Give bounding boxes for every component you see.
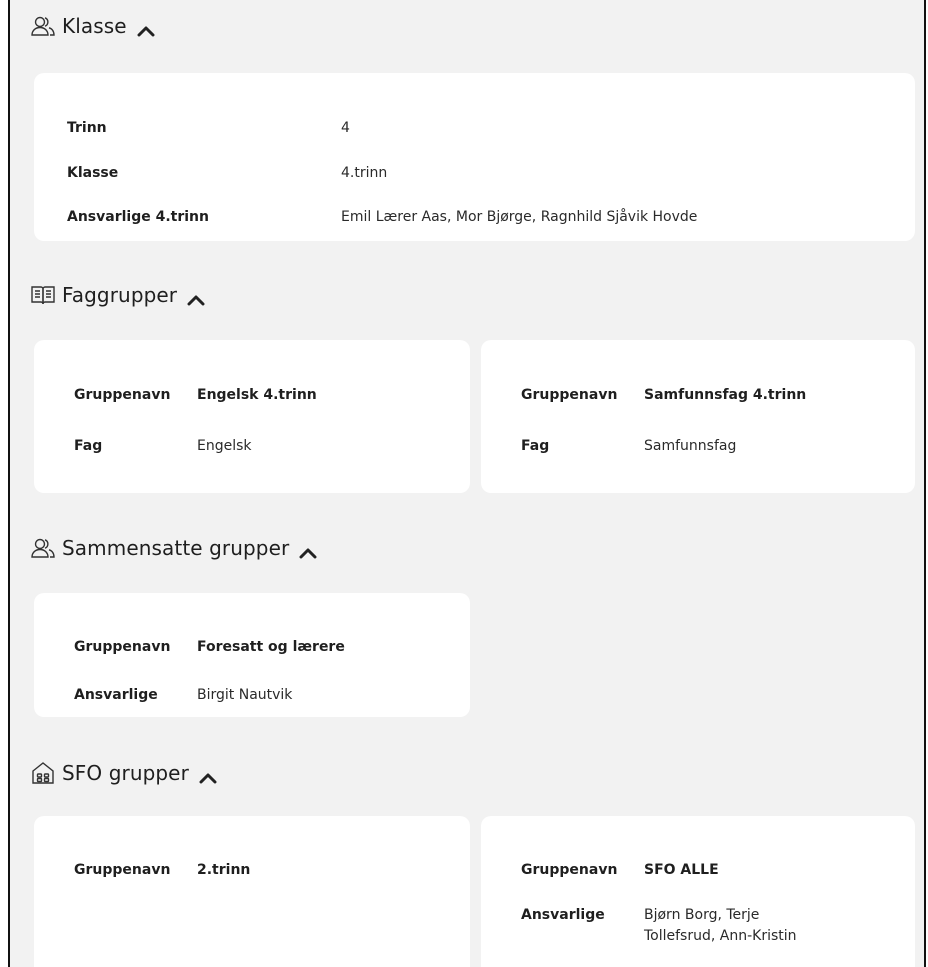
- field-value: Bjørn Borg, Terje: [644, 907, 760, 923]
- users-icon: [30, 535, 56, 561]
- field-label: Fag: [521, 438, 550, 454]
- field-label: Ansvarlige: [521, 907, 605, 923]
- section-title: Sammensatte grupper: [62, 536, 290, 560]
- group-name: Foresatt og lærere: [197, 639, 345, 655]
- field-label: Ansvarlige: [74, 687, 158, 703]
- faggruppe-card[interactable]: Gruppenavn Samfunnsfag 4.trinn Fag Samfu…: [481, 340, 915, 493]
- section-title: Faggrupper: [62, 283, 178, 307]
- faggruppe-card[interactable]: Gruppenavn Engelsk 4.trinn Fag Engelsk: [34, 340, 470, 493]
- field-value: Emil Lærer Aas, Mor Bjørge, Ragnhild Sjå…: [341, 209, 698, 225]
- section-title: SFO grupper: [62, 761, 189, 785]
- chevron-up-icon[interactable]: [199, 766, 217, 784]
- field-label: Klasse: [67, 165, 119, 181]
- chevron-up-icon[interactable]: [299, 541, 317, 559]
- field-label: Fag: [74, 438, 103, 454]
- sammensatt-gruppe-card[interactable]: Gruppenavn Foresatt og lærere Ansvarlige…: [34, 593, 470, 717]
- klasse-card: Trinn 4 Klasse 4.trinn Ansvarlige 4.trin…: [34, 73, 915, 241]
- sammensatte-section-header[interactable]: Sammensatte grupper: [30, 535, 317, 561]
- chevron-up-icon[interactable]: [137, 19, 155, 37]
- field-label: Gruppenavn: [74, 639, 171, 655]
- sfo-gruppe-card[interactable]: Gruppenavn 2.trinn: [34, 816, 470, 967]
- group-overview-panel: Klasse Trinn 4 Klasse 4.trinn Ansvarlige…: [8, 0, 926, 967]
- book-icon: [30, 282, 56, 308]
- field-value: 4.trinn: [341, 165, 388, 181]
- group-name: 2.trinn: [197, 862, 251, 878]
- sfo-section-header[interactable]: SFO grupper: [30, 760, 217, 786]
- chevron-up-icon[interactable]: [187, 288, 205, 306]
- field-value: Samfunnsfag: [644, 438, 737, 454]
- field-label: Trinn: [67, 120, 107, 136]
- field-value: Birgit Nautvik: [197, 687, 293, 703]
- field-value: Tollefsrud, Ann-Kristin: [644, 928, 797, 944]
- field-label: Gruppenavn: [521, 387, 618, 403]
- house-icon: [30, 760, 56, 786]
- field-label: Gruppenavn: [521, 862, 618, 878]
- field-value: 4: [341, 120, 350, 136]
- group-name: Samfunnsfag 4.trinn: [644, 387, 807, 403]
- sfo-gruppe-card[interactable]: Gruppenavn SFO ALLE Ansvarlige Bjørn Bor…: [481, 816, 915, 967]
- group-name: Engelsk 4.trinn: [197, 387, 317, 403]
- group-name: SFO ALLE: [644, 862, 719, 878]
- field-label: Gruppenavn: [74, 862, 171, 878]
- field-value: Engelsk: [197, 438, 252, 454]
- field-label: Gruppenavn: [74, 387, 171, 403]
- klasse-section-header[interactable]: Klasse: [30, 13, 155, 39]
- field-label: Ansvarlige 4.trinn: [67, 209, 209, 225]
- faggrupper-section-header[interactable]: Faggrupper: [30, 282, 205, 308]
- users-icon: [30, 13, 56, 39]
- section-title: Klasse: [62, 14, 127, 38]
